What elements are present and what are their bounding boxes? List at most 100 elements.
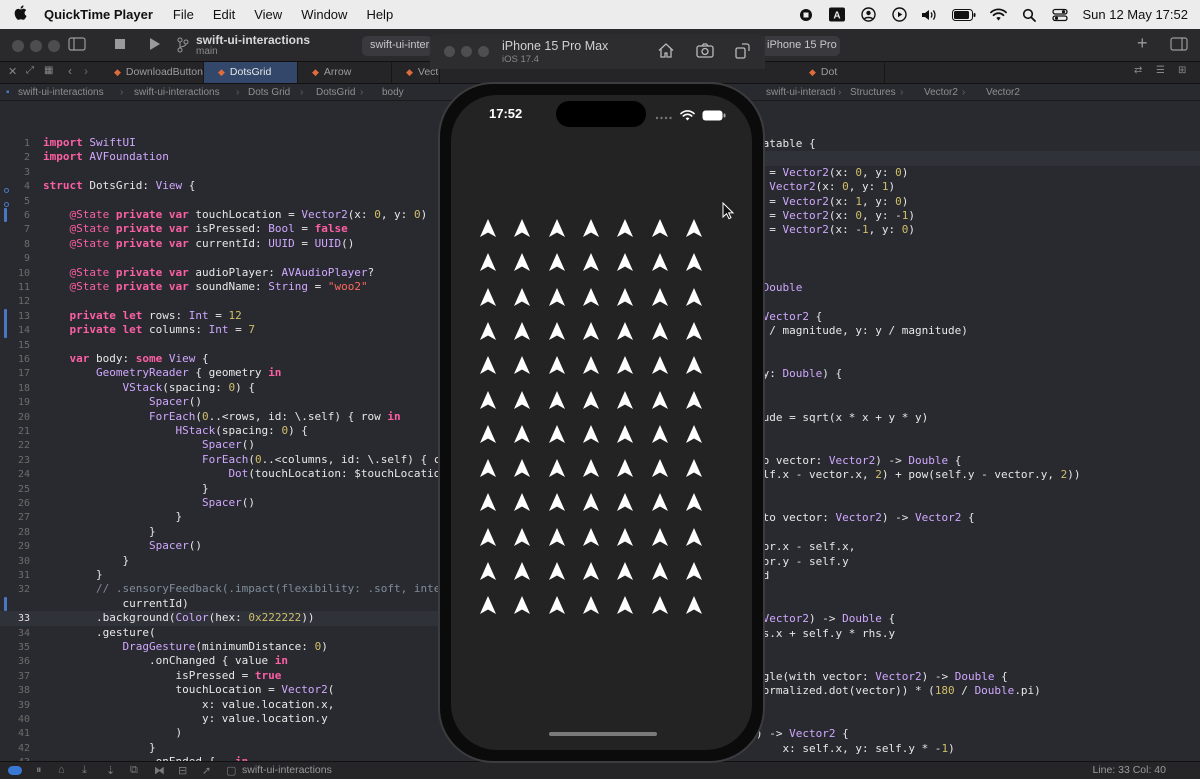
code-line[interactable]: 33 .background(Color(hex: 0x222222)) [0, 611, 440, 626]
add-icon[interactable]: + [1137, 33, 1148, 54]
jumpbar-item[interactable]: Dots Grid [248, 87, 290, 98]
tab-downloadbutton[interactable]: ◆ DownloadButton [100, 62, 204, 83]
window-zoom-button[interactable] [48, 40, 60, 52]
code-line[interactable]: 1 import SwiftUI [0, 136, 440, 150]
code-line[interactable]: elf.x - vector.x, 2) + pow(self.y - vect… [756, 468, 1200, 482]
jumpbar-item[interactable]: swift-ui-interactions [18, 87, 104, 98]
code-line[interactable] [756, 151, 1200, 166]
home-indicator[interactable] [549, 732, 657, 736]
code-editor-left[interactable]: 1 import SwiftUI 2 import AVFoundation 3 4 str… [0, 102, 440, 762]
code-line[interactable]: 35 DragGesture(minimumDistance: 0) [0, 640, 440, 654]
jumpbar-item[interactable]: Structures [850, 87, 896, 98]
code-line[interactable]: 10 @State private var audioPlayer: AVAud… [0, 266, 440, 280]
code-line[interactable]: uatable { [756, 137, 1200, 151]
apple-logo-icon[interactable] [14, 5, 34, 24]
wifi-icon[interactable] [989, 8, 1007, 22]
menu-view[interactable]: View [254, 7, 282, 22]
code-line[interactable]: 21 HStack(spacing: 0) { [0, 424, 440, 438]
jumpbar-item[interactable]: swift-ui-interactions [134, 87, 220, 98]
code-line[interactable] [756, 382, 1200, 396]
code-line[interactable]: 17 GeometryReader { geometry in [0, 366, 440, 380]
code-line[interactable] [756, 713, 1200, 727]
chevron-left-icon[interactable]: ‹ [68, 64, 72, 78]
dots-grid[interactable] [480, 219, 718, 628]
code-line[interactable] [756, 655, 1200, 669]
swap-icon[interactable]: ⇄ [1134, 65, 1142, 76]
code-line[interactable]: 25 } [0, 482, 440, 496]
code-line[interactable]: Vector2) -> Double { [756, 612, 1200, 626]
environment-icon[interactable]: ⊟ [178, 764, 187, 777]
code-line[interactable]: Vector2 { [756, 310, 1200, 324]
code-line[interactable]: 16 var body: some View { [0, 352, 440, 366]
code-line[interactable]: = Vector2(x: 0, y: 1) [756, 180, 1200, 194]
navigator-toggle-icon[interactable] [68, 37, 86, 54]
code-line[interactable] [756, 641, 1200, 655]
code-line[interactable]: 31 } [0, 568, 440, 582]
code-line[interactable]: Double [756, 281, 1200, 295]
code-line[interactable]: 19 Spacer() [0, 395, 440, 409]
code-line[interactable]: t = Vector2(x: 1, y: 0) [756, 195, 1200, 209]
sim-close-button[interactable] [444, 46, 455, 57]
code-line[interactable]: 24 Dot(touchLocation: $touchLocation, [0, 467, 440, 481]
code-line[interactable]: 4 struct DotsGrid: View { [0, 179, 440, 193]
code-line[interactable]: 7 @State private var isPressed: Bool = f… [0, 222, 440, 236]
code-line[interactable]: ) -> Vector2 { [756, 727, 1200, 741]
code-line[interactable]: x: self.x, y: self.y * -1) [756, 742, 1200, 756]
code-line[interactable]: 6 @State private var touchLocation = Vec… [0, 208, 440, 222]
breakpoint-marker[interactable] [4, 202, 9, 207]
jumpbar-item[interactable]: Vector2 [986, 87, 1020, 98]
tab-arrow[interactable]: ◆ Arrow [298, 62, 392, 83]
code-line[interactable]: 26 Spacer() [0, 496, 440, 510]
breakpoints-icon[interactable]: ⌂ [58, 764, 65, 776]
editor-options-icon[interactable]: ☰ [1156, 65, 1165, 76]
code-line[interactable]: tor.x - self.x, [756, 540, 1200, 554]
menu-help[interactable]: Help [366, 7, 393, 22]
jumpbar-item[interactable]: body [382, 87, 404, 98]
step-out-icon[interactable]: ⧉ [130, 764, 138, 777]
code-line[interactable]: tor.y - self.y [756, 555, 1200, 569]
code-line[interactable]: 27 } [0, 510, 440, 524]
menu-window[interactable]: Window [301, 7, 347, 22]
code-line[interactable]: normalized.dot(vector)) * (180 / Double.… [756, 684, 1200, 698]
code-line[interactable]: 11 @State private var soundName: String … [0, 280, 440, 294]
battery-icon[interactable] [952, 8, 976, 22]
project-name[interactable]: swift-ui-interactions [196, 33, 310, 47]
code-line[interactable] [756, 339, 1200, 353]
scheme-selector[interactable]: swift-ui-inter [362, 36, 432, 56]
code-line[interactable]: 38 touchLocation = Vector2( [0, 683, 440, 697]
app-menu[interactable]: QuickTime Player [44, 7, 153, 22]
tab-dotsgrid[interactable]: ◆ DotsGrid [204, 62, 298, 83]
menu-file[interactable]: File [173, 7, 194, 22]
code-line[interactable]: 2 import AVFoundation [0, 150, 440, 164]
code-line[interactable] [756, 526, 1200, 540]
chevron-right-icon[interactable]: › [84, 64, 88, 78]
close-icon[interactable]: ✕ [8, 65, 17, 78]
sim-minimize-button[interactable] [461, 46, 472, 57]
code-line[interactable]: 13 private let rows: Int = 12 [0, 309, 440, 323]
menu-edit[interactable]: Edit [213, 7, 235, 22]
code-line[interactable]: 34 .gesture( [0, 626, 440, 640]
code-line[interactable]: 23 ForEach(0..<columns, id: \.self) { co… [0, 453, 440, 467]
code-line[interactable]: 5 [0, 194, 440, 208]
code-line[interactable]: 36 .onChanged { value in [0, 654, 440, 668]
debug-memory-icon[interactable]: ⧓ [154, 764, 165, 777]
code-line[interactable] [756, 483, 1200, 497]
code-line[interactable]: 3 [0, 165, 440, 179]
code-line[interactable] [756, 439, 1200, 453]
rotate-icon[interactable] [734, 43, 750, 62]
now-playing-icon[interactable] [890, 7, 908, 22]
run-destination[interactable]: iPhone 15 Pro Max [765, 36, 840, 56]
expand-icon[interactable]: ⤢ [26, 65, 34, 76]
code-line[interactable]: ngle(with vector: Vector2) -> Double { [756, 670, 1200, 684]
location-icon[interactable]: ➚ [202, 764, 211, 777]
code-line[interactable]: 18 VStack(spacing: 0) { [0, 381, 440, 395]
code-line[interactable]: 40 y: value.location.y [0, 712, 440, 726]
jumpbar-item[interactable]: swift-ui-interactions [766, 87, 836, 98]
code-line[interactable] [756, 252, 1200, 266]
iphone-screen[interactable]: 17:52 [451, 95, 752, 750]
step-in-icon[interactable]: ⇣ [106, 764, 115, 777]
code-line[interactable] [756, 699, 1200, 713]
code-line[interactable]: 37 isPressed = true [0, 669, 440, 683]
jumpbar-item[interactable]: DotsGrid [316, 87, 355, 98]
window-close-button[interactable] [12, 40, 24, 52]
